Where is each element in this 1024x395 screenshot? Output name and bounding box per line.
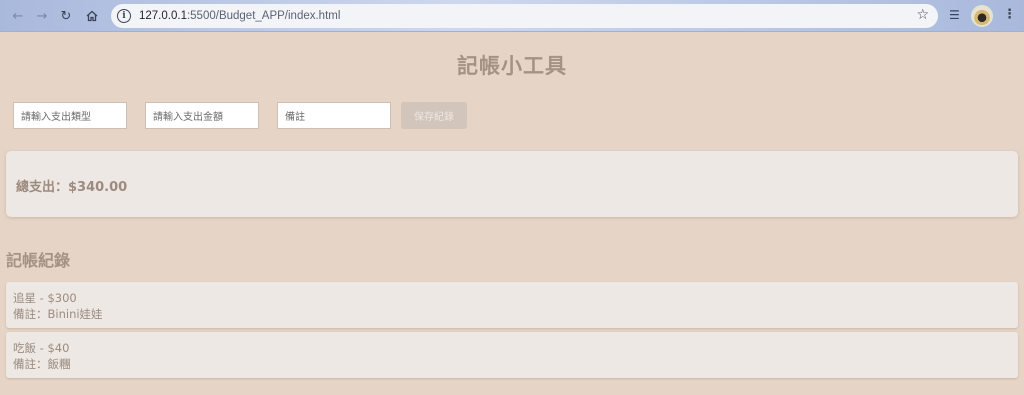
expense-type-placeholder: 請輸入支出類型 bbox=[21, 112, 91, 123]
total-expense-text: 總支出：$340.00 bbox=[16, 180, 128, 195]
media-queue-icon[interactable]: ☰ bbox=[949, 8, 960, 22]
address-bar[interactable]: i 127.0.0.1:5500/Budget_APP/index.html ☆ bbox=[111, 4, 938, 28]
browser-toolbar: ← → ↻ i 127.0.0.1:5500/Budget_APP/index.… bbox=[0, 0, 1024, 32]
record-summary: 吃飯 - $40 bbox=[13, 341, 70, 355]
save-record-button[interactable]: 保存紀錄 bbox=[401, 102, 467, 129]
bookmark-star-icon[interactable]: ☆ bbox=[916, 7, 929, 23]
total-card: 總支出：$340.00 bbox=[6, 151, 1018, 217]
record-note: 備註：飯糰 bbox=[13, 357, 71, 371]
back-icon[interactable]: ← bbox=[8, 6, 28, 26]
url-text: 127.0.0.1:5500/Budget_APP/index.html bbox=[139, 10, 341, 22]
profile-avatar[interactable] bbox=[971, 5, 993, 27]
note-placeholder: 備註 bbox=[285, 112, 305, 123]
expense-type-input[interactable]: 請輸入支出類型 bbox=[13, 102, 127, 129]
record-item: 追星 - $300 備註：Binini娃娃 bbox=[6, 282, 1018, 328]
page-content: 記帳小工具 請輸入支出類型 請輸入支出金額 備註 保存紀錄 總支出：$340.0… bbox=[0, 32, 1024, 395]
kebab-menu-icon[interactable]: ⋮ bbox=[1003, 7, 1016, 22]
record-note: 備註：Binini娃娃 bbox=[13, 307, 103, 321]
app-title: 記帳小工具 bbox=[457, 54, 567, 78]
expense-amount-placeholder: 請輸入支出金額 bbox=[153, 112, 223, 123]
record-item: 吃飯 - $40 備註：飯糰 bbox=[6, 332, 1018, 378]
expense-amount-input[interactable]: 請輸入支出金額 bbox=[145, 102, 259, 129]
records-heading: 記帳紀錄 bbox=[6, 251, 71, 270]
forward-icon[interactable]: → bbox=[32, 6, 52, 26]
note-input[interactable]: 備註 bbox=[277, 102, 391, 129]
home-icon[interactable] bbox=[82, 6, 102, 26]
record-summary: 追星 - $300 bbox=[13, 291, 77, 305]
site-info-icon[interactable]: i bbox=[117, 9, 131, 23]
reload-icon[interactable]: ↻ bbox=[56, 6, 76, 26]
